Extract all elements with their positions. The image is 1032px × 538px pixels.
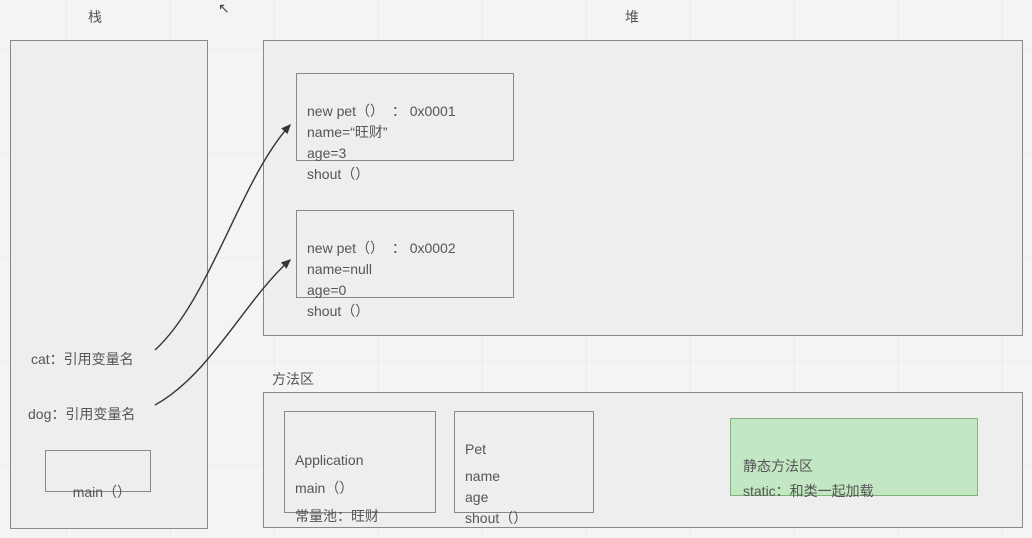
ma-static-l1: 静态方法区 (743, 458, 813, 474)
ma-pet-l4: shout（） (465, 510, 527, 526)
ma-pet-l3: age (465, 489, 488, 505)
ma-pet: Pet name age shout（） (454, 411, 594, 513)
ma-pet-l1: Pet (465, 441, 486, 457)
heap-obj2-l2: name=null (307, 261, 372, 277)
heap-obj2-l1: new pet（） ： 0x0002 (307, 240, 456, 256)
ma-application-l3: 常量池：旺财 (295, 508, 379, 524)
heap-obj1: new pet（） ： 0x0001 name=“旺财” age=3 shout… (296, 73, 514, 161)
ma-pet-l2: name (465, 468, 500, 484)
heap-obj2: new pet（） ： 0x0002 name=null age=0 shout… (296, 210, 514, 298)
title-heap: 堆 (625, 7, 639, 27)
stack-dog-line: dog：引用变量名 (28, 404, 135, 424)
stack-main-label: main（） (73, 484, 131, 500)
ma-application-l2: main（） (295, 480, 353, 496)
ma-application-l1: Application (295, 452, 364, 468)
heap-obj1-l3: age=3 (307, 145, 346, 161)
ma-application: Application main（） 常量池：旺财 (284, 411, 436, 513)
heap-obj2-l3: age=0 (307, 282, 346, 298)
cursor-icon: ↖ (218, 0, 230, 17)
ma-static-box: 静态方法区 static：和类一起加载 (730, 418, 978, 496)
heap-obj1-l2: name=“旺财” (307, 124, 388, 140)
stack-main-box: main（） (45, 450, 151, 492)
ma-static-l2: static：和类一起加载 (743, 483, 874, 499)
title-method-area: 方法区 (272, 369, 314, 389)
heap-obj2-l4: shout（） (307, 303, 369, 319)
stack-cat-line: cat：引用变量名 (31, 349, 134, 369)
heap-obj1-l4: shout（） (307, 166, 369, 182)
heap-obj1-l1: new pet（） ： 0x0001 (307, 103, 456, 119)
title-stack: 栈 (88, 7, 102, 27)
